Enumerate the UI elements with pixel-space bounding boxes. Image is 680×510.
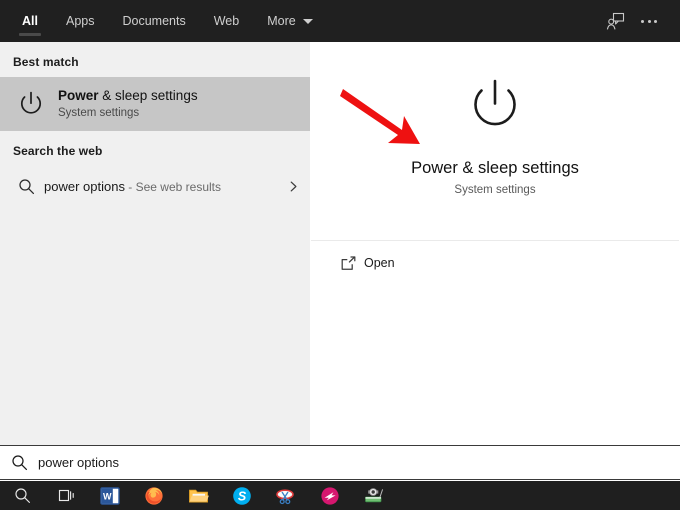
- search-icon: [0, 454, 38, 471]
- dot: [647, 19, 651, 23]
- best-match-title-rest: & sleep settings: [98, 88, 198, 103]
- power-icon: [464, 74, 526, 141]
- taskbar-word-icon[interactable]: W: [88, 481, 132, 510]
- search-body: Best match Power & sleep settings System…: [0, 42, 680, 445]
- best-match-section-label: Best match: [13, 55, 79, 69]
- tab-documents-label: Documents: [122, 14, 186, 28]
- web-result-text: power options - See web results: [44, 179, 221, 194]
- svg-text:S: S: [238, 489, 247, 503]
- tab-all[interactable]: All: [8, 0, 52, 42]
- search-web-section-label: Search the web: [13, 144, 103, 158]
- search-input[interactable]: [38, 446, 680, 479]
- taskbar-skype-icon[interactable]: S: [220, 481, 264, 510]
- header-actions: [598, 0, 680, 42]
- tab-apps-label: Apps: [65, 14, 95, 28]
- best-match-title-bold: Power: [58, 88, 99, 103]
- tab-web-label: Web: [213, 14, 240, 28]
- taskbar-file-explorer-icon[interactable]: [176, 481, 220, 510]
- feedback-person-icon[interactable]: [598, 0, 632, 42]
- tab-apps[interactable]: Apps: [52, 0, 109, 42]
- taskbar-firefox-icon[interactable]: [132, 481, 176, 510]
- power-icon: [8, 81, 54, 127]
- tab-more-label: More: [267, 14, 296, 28]
- taskbar-pink-app-icon[interactable]: [308, 481, 352, 510]
- tab-more[interactable]: More: [253, 0, 326, 42]
- svg-text:W: W: [103, 491, 112, 501]
- ellipsis-icon[interactable]: [632, 0, 666, 42]
- best-match-result-power-sleep-settings[interactable]: Power & sleep settings System settings: [0, 77, 310, 131]
- tab-documents[interactable]: Documents: [108, 0, 199, 42]
- tab-all-label: All: [22, 14, 38, 28]
- web-result-power-options[interactable]: power options - See web results: [0, 166, 310, 206]
- taskbar: W S: [0, 481, 680, 510]
- chevron-down-icon: [302, 18, 313, 24]
- preview-title: Power & sleep settings: [411, 159, 579, 177]
- preview-pane: Power & sleep settings System settings O…: [310, 42, 680, 445]
- taskbar-snipping-tool-icon[interactable]: [264, 481, 308, 510]
- action-open[interactable]: Open: [310, 241, 680, 285]
- search-bar[interactable]: [0, 445, 680, 480]
- action-open-label: Open: [364, 256, 395, 270]
- open-external-icon: [332, 255, 364, 272]
- best-match-text: Power & sleep settings System settings: [54, 87, 198, 121]
- taskbar-search-icon[interactable]: [0, 481, 44, 510]
- tab-web[interactable]: Web: [200, 0, 253, 42]
- preview-subtitle: System settings: [454, 184, 536, 196]
- best-match-subtitle: System settings: [58, 107, 140, 119]
- web-result-suffix: - See web results: [124, 179, 221, 194]
- windows-search-panel: All Apps Documents Web More Best match P…: [0, 0, 680, 510]
- taskbar-task-view-icon[interactable]: [44, 481, 88, 510]
- chevron-right-icon[interactable]: [287, 180, 300, 193]
- preview-card: Power & sleep settings System settings: [310, 42, 680, 240]
- best-match-title: Power & sleep settings: [58, 87, 198, 104]
- filter-tabs: All Apps Documents Web More: [0, 0, 327, 42]
- taskbar-webcam-device-icon[interactable]: [352, 481, 396, 510]
- search-icon: [8, 178, 44, 195]
- search-header: All Apps Documents Web More: [0, 0, 680, 42]
- dot: [641, 19, 644, 23]
- web-result-query: power options: [44, 178, 125, 194]
- dot: [654, 19, 657, 23]
- results-pane: Best match Power & sleep settings System…: [0, 42, 310, 445]
